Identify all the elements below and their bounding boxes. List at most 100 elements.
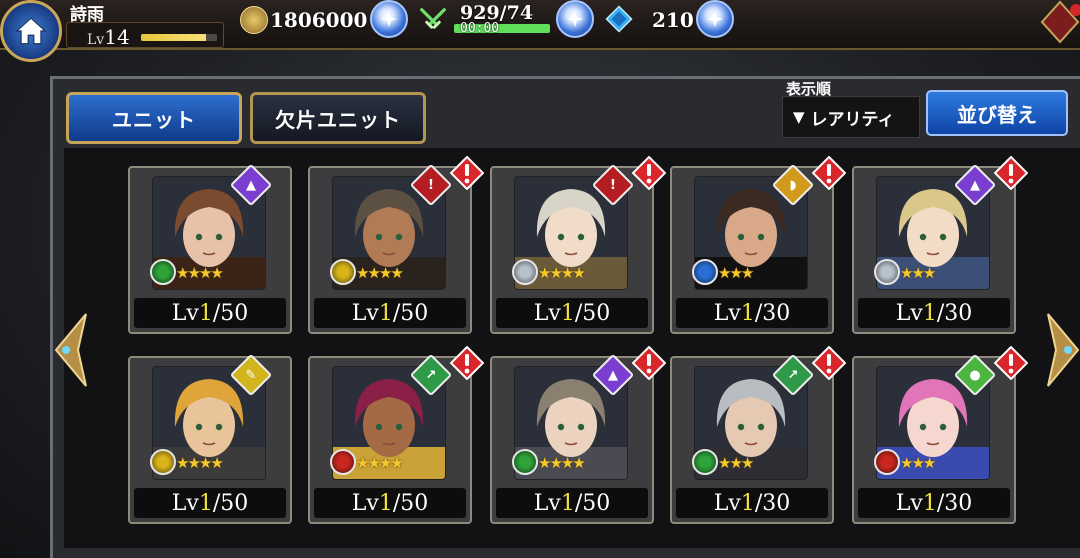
level-current: 1 <box>922 300 937 326</box>
corner-menu-icon[interactable] <box>1040 0 1080 44</box>
unit-level: Lv 1/50 <box>496 298 648 328</box>
level-current: 1 <box>922 490 937 516</box>
next-page-arrow[interactable] <box>1044 310 1080 390</box>
level-max: /30 <box>936 300 973 326</box>
wind-element-icon <box>692 449 718 475</box>
alert-badge-icon <box>811 155 847 191</box>
rarity-stars: ★★★★ <box>538 454 586 472</box>
crossed-swords-icon <box>420 8 446 29</box>
unit-card[interactable]: ↗ ★★★ Lv 1/30 <box>670 345 847 524</box>
unit-level: Lv 1/50 <box>314 298 466 328</box>
rarity-stars: ★★★★ <box>176 454 224 472</box>
level-max: /30 <box>754 300 791 326</box>
level-max: /50 <box>392 300 429 326</box>
plus-icon <box>706 10 724 28</box>
gold-counter: 1806000 <box>240 3 367 37</box>
chevron-down-icon: ▼ <box>793 108 805 126</box>
level-current: 1 <box>740 300 755 326</box>
water-element-icon <box>692 259 718 285</box>
level-prefix: Lv <box>713 490 741 516</box>
sort-button[interactable]: 並び替え <box>926 90 1068 136</box>
level-max: /50 <box>212 300 249 326</box>
level-label: Lv <box>87 32 105 48</box>
alert-badge-icon <box>811 345 847 381</box>
level-value: 14 <box>104 25 130 49</box>
arrow-right-icon <box>1047 313 1080 387</box>
home-icon <box>15 17 47 45</box>
level-prefix: Lv <box>351 300 379 326</box>
unit-card[interactable]: ! ★★★★ Lv 1/50 <box>490 155 667 334</box>
unit-card[interactable]: ! ★★★★ Lv 1/50 <box>308 155 485 334</box>
level-max: /50 <box>392 490 429 516</box>
plus-icon <box>380 10 398 28</box>
add-stamina-button[interactable] <box>556 0 594 38</box>
add-gems-button[interactable] <box>696 0 734 38</box>
exp-bar <box>141 34 217 41</box>
rarity-stars: ★★★ <box>900 454 936 472</box>
level-current: 1 <box>378 300 393 326</box>
alert-badge-icon <box>993 345 1029 381</box>
level-current: 1 <box>740 490 755 516</box>
exp-bar-fill <box>141 34 206 41</box>
alert-badge-icon <box>631 155 667 191</box>
alert-badge-icon <box>449 155 485 191</box>
unit-card[interactable]: ▲ ★★★★ Lv 1/50 <box>128 163 292 334</box>
level-max: /50 <box>574 300 611 326</box>
unit-level: Lv 1/50 <box>314 488 466 518</box>
level-prefix: Lv <box>895 300 923 326</box>
level-max: /50 <box>574 490 611 516</box>
thunder-element-icon <box>150 449 176 475</box>
fire-element-icon <box>330 449 356 475</box>
unit-level: Lv 1/30 <box>858 298 1010 328</box>
unit-card[interactable]: ↗ ★★★★ Lv 1/50 <box>308 345 485 524</box>
home-button[interactable] <box>0 0 62 62</box>
unit-card[interactable]: ✎ ★★★★ Lv 1/50 <box>128 353 292 524</box>
alert-badge-icon <box>631 345 667 381</box>
gem-icon <box>605 5 633 33</box>
rarity-stars: ★★★ <box>718 454 754 472</box>
light-element-icon <box>874 259 900 285</box>
add-gold-button[interactable] <box>370 0 408 38</box>
unit-card[interactable]: ● ★★★ Lv 1/30 <box>852 345 1029 524</box>
light-element-icon <box>512 259 538 285</box>
level-max: /30 <box>936 490 973 516</box>
rarity-stars: ★★★★ <box>356 264 404 282</box>
level-prefix: Lv <box>895 490 923 516</box>
wind-element-icon <box>150 259 176 285</box>
level-current: 1 <box>378 490 393 516</box>
gold-value: 1806000 <box>270 8 368 32</box>
sort-order-select[interactable]: ▼ レアリティ <box>782 96 920 138</box>
alert-badge-icon <box>449 345 485 381</box>
level-current: 1 <box>198 300 213 326</box>
rarity-stars: ★★★★ <box>538 264 586 282</box>
fire-element-icon <box>874 449 900 475</box>
plus-icon <box>566 10 584 28</box>
stamina-timer: 00:00 <box>460 21 500 36</box>
tab-unit-fragments[interactable]: 欠片ユニット <box>250 92 426 144</box>
tab-units[interactable]: ユニット <box>66 92 242 144</box>
arrow-left-icon <box>54 313 87 387</box>
level-prefix: Lv <box>171 490 199 516</box>
level-prefix: Lv <box>713 300 741 326</box>
alert-badge-icon <box>993 155 1029 191</box>
unit-card[interactable]: ◗ ★★★ Lv 1/30 <box>670 155 847 334</box>
unit-level: Lv 1/30 <box>858 488 1010 518</box>
level-current: 1 <box>560 300 575 326</box>
rarity-stars: ★★★★ <box>356 454 404 472</box>
level-max: /50 <box>212 490 249 516</box>
wind-element-icon <box>512 449 538 475</box>
level-prefix: Lv <box>533 300 561 326</box>
player-level-text: Lv14 <box>87 25 130 49</box>
gems-value: 210 <box>652 8 694 32</box>
level-prefix: Lv <box>171 300 199 326</box>
gold-coin-icon <box>240 6 268 34</box>
level-prefix: Lv <box>533 490 561 516</box>
rarity-stars: ★★★★ <box>176 264 224 282</box>
unit-level: Lv 1/50 <box>134 488 286 518</box>
unit-card[interactable]: ▲ ★★★★ Lv 1/50 <box>490 345 667 524</box>
unit-card[interactable]: ▲ ★★★ Lv 1/30 <box>852 155 1029 334</box>
rarity-stars: ★★★ <box>718 264 754 282</box>
level-current: 1 <box>560 490 575 516</box>
prev-page-arrow[interactable] <box>52 310 90 390</box>
thunder-element-icon <box>330 259 356 285</box>
